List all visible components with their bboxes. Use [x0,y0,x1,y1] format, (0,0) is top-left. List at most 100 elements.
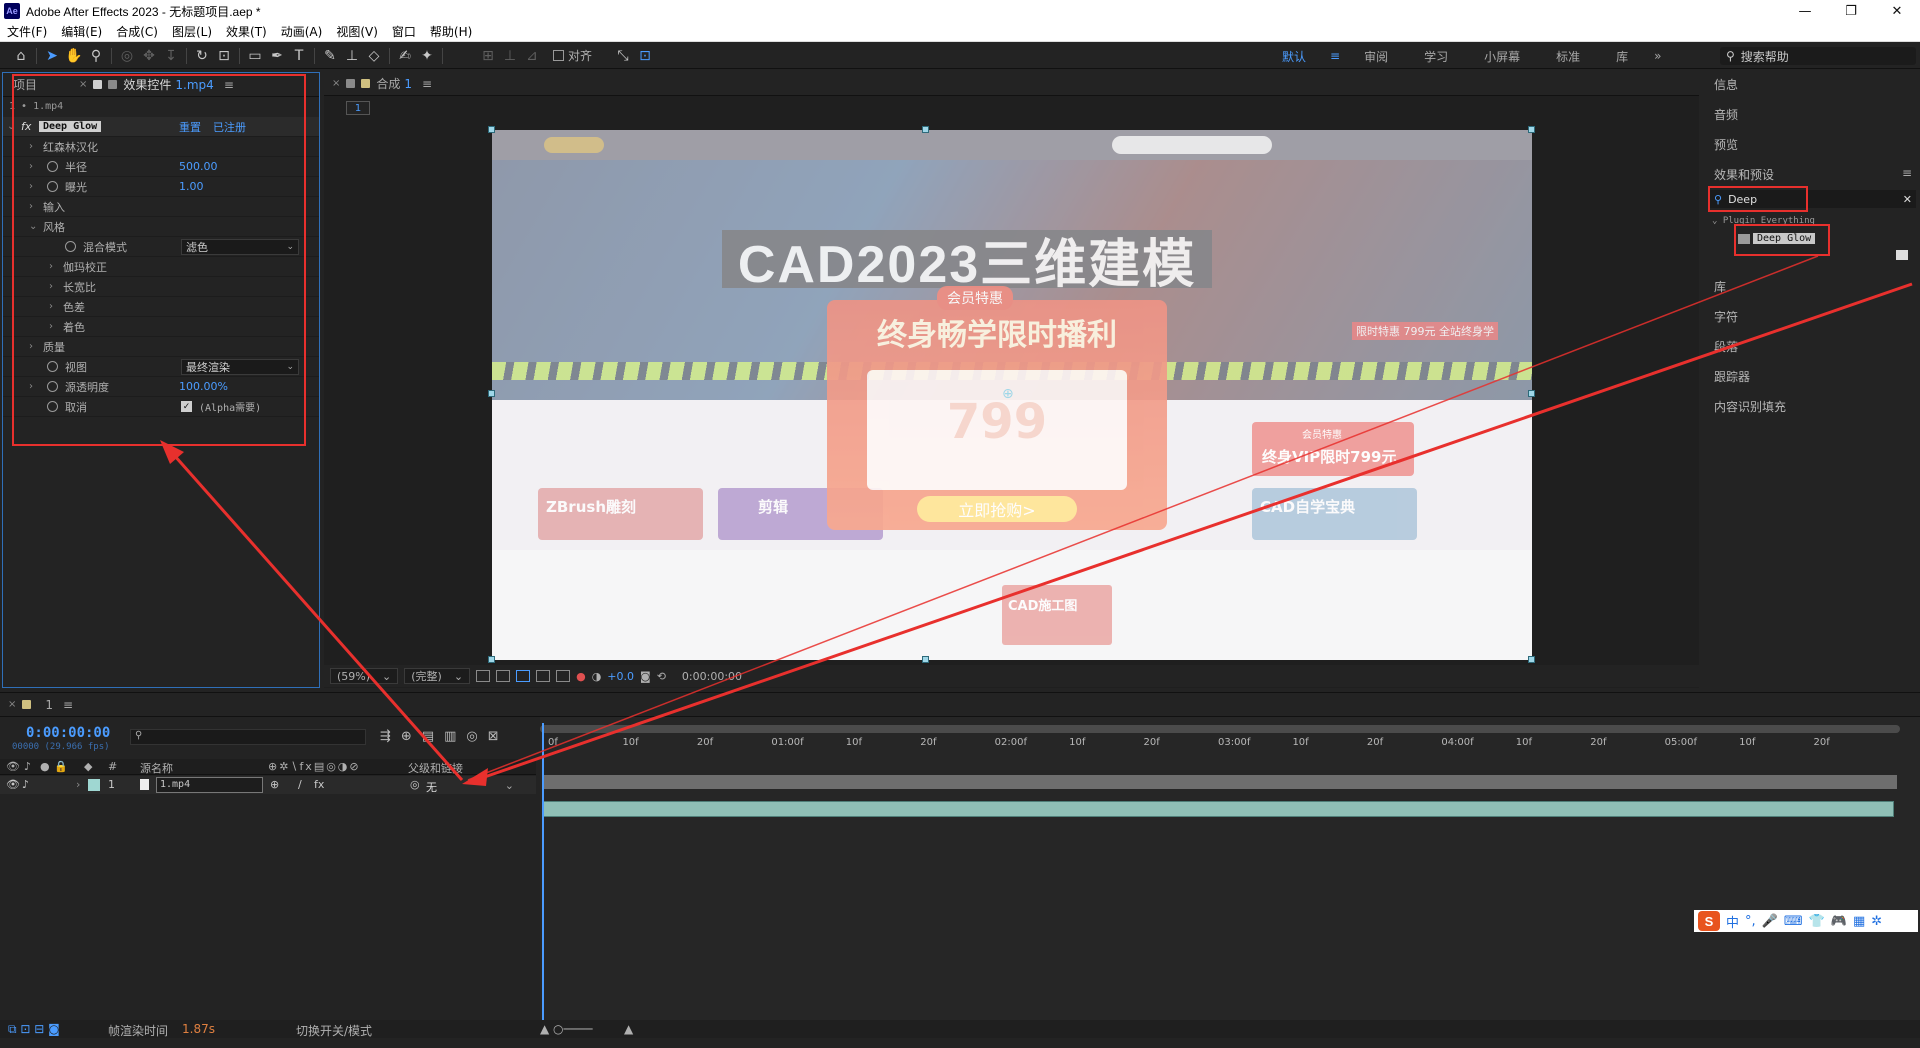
transform-handle[interactable] [488,390,495,397]
panel-preview[interactable]: 预览 [1714,136,1738,153]
resolution-dropdown[interactable]: (完整) ⌄ [404,668,471,684]
pen-tool-icon[interactable]: ✒ [266,46,288,66]
snap-target-icon[interactable]: ⊡ [634,46,656,66]
layer-label-color[interactable] [88,779,100,791]
axis-view-icon[interactable]: ⊿ [521,46,543,66]
rotate-tool-icon[interactable]: ↻ [191,46,213,66]
layer-row[interactable]: 👁 ♪ › 1 1.mp4 ⊕ ∕ fx ◎ 无 ⌄ [0,776,536,794]
col-source-name[interactable]: 源名称 [140,760,173,776]
quality-switch-icon[interactable]: ∕ [298,778,302,791]
close-tab-icon[interactable]: × [332,78,340,89]
transform-handle[interactable] [1528,656,1535,663]
color-management-icon[interactable]: ◑ [592,670,602,683]
close-button[interactable]: ✕ [1874,0,1920,22]
frame-blending-icon[interactable]: ▥ [444,729,456,744]
settings-icon[interactable]: ✲ [1871,914,1882,929]
parent-dropdown[interactable]: 无 ⌄ [426,777,514,794]
toolbox-icon[interactable]: ▦ [1853,914,1865,929]
dolly-camera-icon[interactable]: ↧ [160,46,182,66]
work-area-bar[interactable] [542,775,1897,789]
search-help-field[interactable]: ⚲ 搜索帮助 [1720,47,1916,65]
comp-name[interactable]: 1 [404,77,412,91]
game-icon[interactable]: 🎮 [1831,914,1847,929]
close-tab-icon[interactable]: × [8,699,16,710]
transform-handle[interactable] [488,656,495,663]
ime-punctuation[interactable]: °, [1745,914,1756,929]
render-settings-icon[interactable]: ⧉ ⊡ ⊟ ◙ [8,1022,60,1037]
panel-menu-icon[interactable]: ≡ [1902,166,1912,180]
menu-effect[interactable]: 效果(T) [219,23,274,40]
workspace-libraries[interactable]: 库 [1598,48,1646,65]
menu-animation[interactable]: 动画(A) [274,23,330,40]
transform-handle[interactable] [1528,390,1535,397]
lock-icon[interactable] [346,79,356,88]
grid-guides-icon[interactable] [556,670,571,682]
transparency-grid-icon[interactable] [496,670,511,682]
fast-preview-icon[interactable] [476,670,491,682]
brush-tool-icon[interactable]: ✎ [319,46,341,66]
hand-tool-icon[interactable]: ✋ [63,46,85,66]
menu-file[interactable]: 文件(F) [0,23,54,40]
shy-layers-icon[interactable]: ▤ [422,729,434,744]
snapshot-icon[interactable]: ◙ [640,670,651,683]
new-bin-icon[interactable] [1896,250,1908,260]
exposure-value[interactable]: +0.0 [607,670,634,683]
workspace-learn[interactable]: 学习 [1406,48,1466,65]
sogou-logo-icon[interactable]: S [1698,911,1720,931]
visibility-toggle-icon[interactable]: 👁 [6,778,20,791]
workspace-review[interactable]: 审阅 [1346,48,1406,65]
menu-composition[interactable]: 合成(C) [109,23,165,40]
audio-toggle-icon[interactable]: ♪ [22,778,29,791]
timeline-search-input[interactable]: ⚲ [130,729,366,745]
anchor-tool-icon[interactable]: ⊡ [213,46,235,66]
restore-button[interactable]: ❐ [1828,0,1874,22]
menu-layer[interactable]: 图层(L) [165,23,219,40]
panel-effects-presets[interactable]: 效果和预设 [1714,166,1774,183]
transform-handle[interactable] [488,126,495,133]
menu-edit[interactable]: 编辑(E) [54,23,109,40]
panel-info[interactable]: 信息 [1714,76,1738,93]
selection-tool-icon[interactable]: ➤ [41,46,63,66]
anchor-point-icon[interactable]: ⊕ [1002,386,1014,402]
roto-brush-icon[interactable]: ✍ [394,46,416,66]
snap-options-icon[interactable]: ⤡ [612,46,634,66]
navigator-bar[interactable] [540,725,1900,733]
orbit-camera-icon[interactable]: ◎ [116,46,138,66]
time-ruler[interactable]: 0f 10f 20f 01:00f 10f 20f 02:00f 10f 20f 03:00f 10… [540,725,1900,755]
layer-source-name[interactable]: 1.mp4 [156,777,263,793]
effect-switch-icon[interactable]: fx [314,778,324,791]
zoom-in-icon[interactable]: ▲ [624,1022,633,1036]
tab-timeline[interactable]: 1 [45,698,53,712]
timeline-graph[interactable]: 0f 10f 20f 01:00f 10f 20f 02:00f 10f 20f 03:00f 10… [540,717,1920,1033]
current-time[interactable]: 0:00:00:00 [26,725,110,741]
eraser-tool-icon[interactable]: ◇ [363,46,385,66]
panel-audio[interactable]: 音频 [1714,106,1738,123]
ime-language[interactable]: 中 [1726,912,1739,931]
puppet-pin-icon[interactable]: ✦ [416,46,438,66]
axis-local-icon[interactable]: ⊞ [477,46,499,66]
show-snapshot-icon[interactable]: ⟲ [657,670,666,683]
zoom-tool-icon[interactable]: ⚲ [85,46,107,66]
microphone-icon[interactable]: 🎤 [1762,914,1778,929]
transform-handle[interactable] [922,126,929,133]
panel-paragraph[interactable]: 段落 [1714,338,1738,355]
snap-checkbox[interactable] [553,50,564,61]
pan-camera-icon[interactable]: ✥ [138,46,160,66]
rectangle-tool-icon[interactable]: ▭ [244,46,266,66]
transform-handle[interactable] [1528,126,1535,133]
workspace-standard[interactable]: 标准 [1538,48,1598,65]
menu-view[interactable]: 视图(V) [329,23,385,40]
panel-character[interactable]: 字符 [1714,308,1738,325]
workspace-default[interactable]: 默认 [1264,48,1324,65]
motion-blur-icon[interactable]: ◎ [466,729,477,744]
keyboard-icon[interactable]: ⌨ [1784,914,1803,929]
graph-editor-icon[interactable]: ⊠ [488,729,499,744]
color-channels-icon[interactable]: ● [576,670,586,683]
comp-flow-tab[interactable]: 1 [346,101,370,115]
minimize-button[interactable]: — [1782,0,1828,22]
workspace-more-icon[interactable]: » [1646,49,1669,63]
region-of-interest-icon[interactable] [536,670,551,682]
transform-handle[interactable] [922,656,929,663]
comp-flowchart-icon[interactable]: ⇶ [380,729,391,744]
workspace-menu-icon[interactable]: ≡ [1324,49,1346,63]
